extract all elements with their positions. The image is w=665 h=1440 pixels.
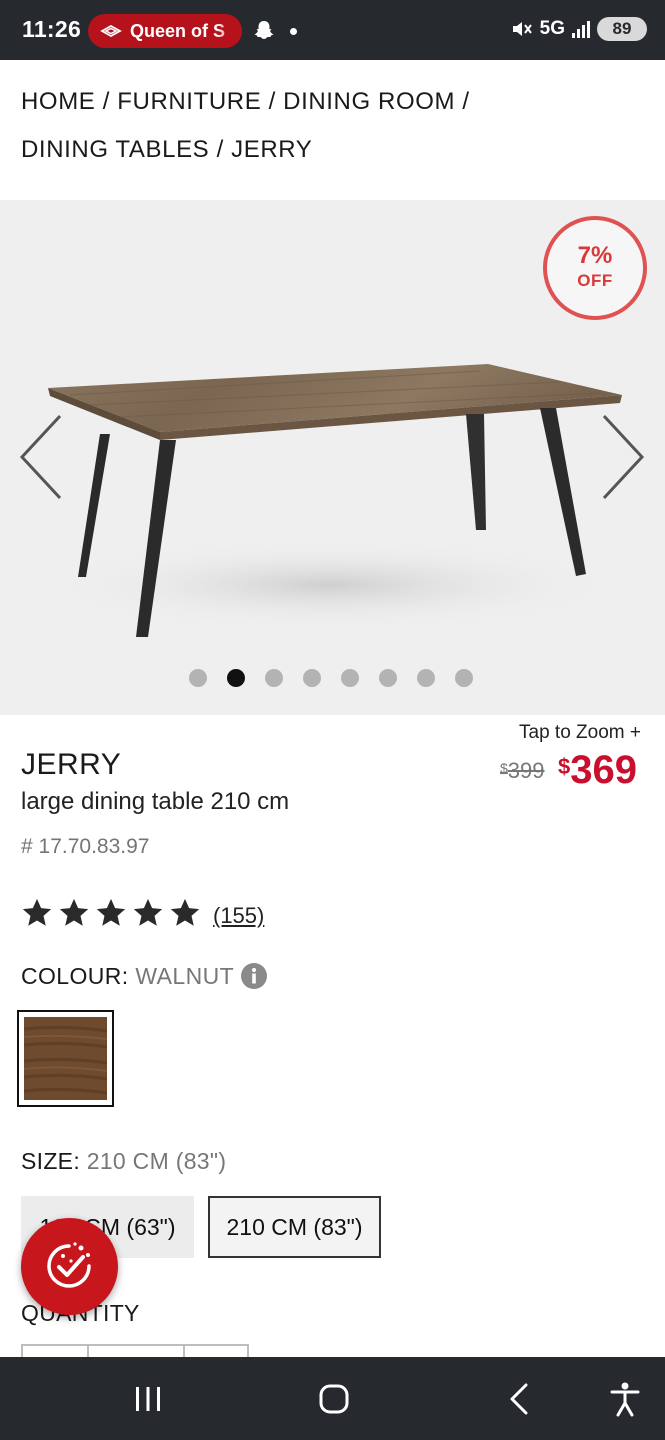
gallery-dot-4[interactable] xyxy=(303,669,321,687)
gallery-dot-3[interactable] xyxy=(265,669,283,687)
gallery-dot-5[interactable] xyxy=(341,669,359,687)
sale-price-value: 369 xyxy=(570,748,637,792)
product-sku: # 17.70.83.97 xyxy=(21,835,150,858)
colour-value: WALNUT xyxy=(135,963,235,989)
currency-symbol: $ xyxy=(500,760,508,776)
breadcrumb-home[interactable]: HOME xyxy=(21,88,95,115)
notification-pill[interactable]: Queen of S xyxy=(88,14,242,48)
network-type: 5G xyxy=(539,18,565,39)
star-icon xyxy=(22,898,52,926)
gallery-pagination xyxy=(189,669,473,689)
currency-symbol: $ xyxy=(558,754,571,779)
size-option-210-selected[interactable]: 210 CM (83") xyxy=(208,1196,381,1258)
chevron-right-icon[interactable] xyxy=(598,412,650,502)
colour-label: COLOUR: WALNUT xyxy=(21,963,234,990)
back-icon[interactable] xyxy=(500,1379,540,1419)
home-icon[interactable] xyxy=(314,1379,354,1419)
size-option-label: 210 CM (83") xyxy=(226,1213,363,1240)
quantity-stepper[interactable] xyxy=(21,1344,249,1360)
gallery-dot-6[interactable] xyxy=(379,669,397,687)
walnut-texture xyxy=(23,1017,108,1100)
discount-percent: 7% xyxy=(577,242,613,269)
breadcrumb-separator: / xyxy=(268,88,276,115)
colour-swatch-walnut[interactable] xyxy=(17,1010,114,1107)
checklist-sparkle-icon xyxy=(47,1242,91,1288)
discount-badge: 7% OFF xyxy=(543,216,647,320)
breadcrumb: HOME / FURNITURE / DINING ROOM / DINING … xyxy=(21,78,641,174)
notification-text: Queen of S xyxy=(130,20,226,41)
breadcrumb-dining-tables[interactable]: DINING TABLES xyxy=(21,136,209,163)
star-icon xyxy=(133,898,163,926)
breadcrumb-separator: / xyxy=(216,136,224,163)
chevron-left-icon[interactable] xyxy=(14,412,66,502)
more-notifications-dot xyxy=(290,28,297,35)
system-nav-bar xyxy=(0,1357,665,1440)
assistant-fab-button[interactable] xyxy=(21,1218,118,1315)
star-icon xyxy=(59,898,89,926)
gallery-dot-8[interactable] xyxy=(455,669,473,687)
size-label-text: SIZE: xyxy=(21,1148,81,1174)
status-time: 11:26 xyxy=(22,16,82,42)
breadcrumb-current: JERRY xyxy=(231,136,313,163)
size-value: 210 CM (83") xyxy=(86,1148,227,1174)
tap-to-zoom[interactable]: Tap to Zoom + xyxy=(519,722,641,744)
product-name: JERRY xyxy=(21,748,122,781)
original-price: $399 xyxy=(500,758,545,784)
info-icon[interactable] xyxy=(240,962,268,990)
snapchat-icon xyxy=(254,21,274,39)
gallery-dot-1[interactable] xyxy=(189,669,207,687)
gallery-dot-2-active[interactable] xyxy=(227,669,245,687)
breadcrumb-separator: / xyxy=(102,88,110,115)
battery-level: 89 xyxy=(612,19,632,38)
star-icon xyxy=(96,898,126,926)
battery-indicator: 89 xyxy=(597,17,647,41)
breadcrumb-furniture[interactable]: FURNITURE xyxy=(117,88,261,115)
sale-price: $369 xyxy=(558,748,637,793)
gallery-dot-7[interactable] xyxy=(417,669,435,687)
rating-stars[interactable] xyxy=(20,896,202,930)
colour-label-text: COLOUR: xyxy=(21,963,129,989)
size-label: SIZE: 210 CM (83") xyxy=(21,1148,226,1175)
product-description: large dining table 210 cm xyxy=(21,788,290,815)
review-count-link[interactable]: (155) xyxy=(213,903,264,929)
signal-icon xyxy=(572,21,590,38)
original-price-value: 399 xyxy=(507,758,545,783)
recent-apps-icon[interactable] xyxy=(128,1379,168,1419)
mute-icon xyxy=(512,22,532,36)
status-bar: 11:26 Queen of S 5G 89 xyxy=(0,0,665,60)
accessibility-icon[interactable] xyxy=(605,1379,645,1419)
cast-icon xyxy=(100,24,122,38)
breadcrumb-separator: / xyxy=(462,88,470,115)
breadcrumb-dining-room[interactable]: DINING ROOM xyxy=(283,88,455,115)
discount-off: OFF xyxy=(577,271,613,290)
star-icon xyxy=(170,898,200,926)
system-icons: 5G 89 xyxy=(510,17,647,41)
